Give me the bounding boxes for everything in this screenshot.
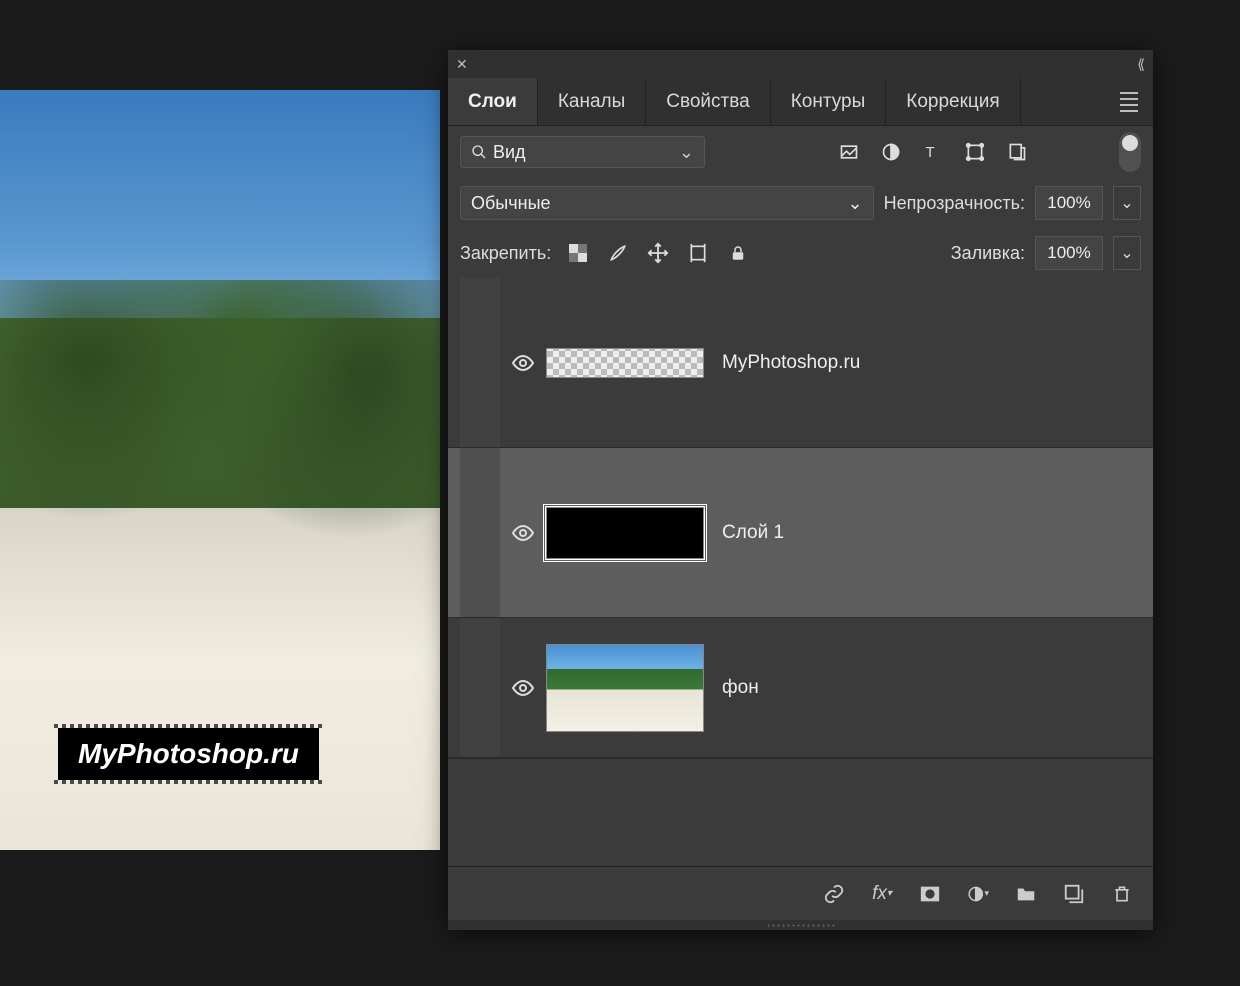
panel-titlebar[interactable]: ✕ ⟪: [448, 50, 1153, 78]
lock-position-icon[interactable]: [647, 242, 669, 264]
filter-smartobject-icon[interactable]: [1007, 142, 1027, 162]
opacity-value[interactable]: 100%: [1035, 186, 1103, 220]
layer-gutter: [460, 448, 500, 617]
add-mask-icon[interactable]: [919, 883, 941, 905]
panel-menu-button[interactable]: [1105, 78, 1153, 125]
filter-dropdown-label: Вид: [493, 142, 526, 163]
search-icon: [471, 144, 487, 160]
delete-layer-icon[interactable]: [1111, 883, 1133, 905]
canvas-image: MyPhotoshop.ru: [0, 90, 440, 850]
fill-label: Заливка:: [951, 243, 1025, 264]
tab-layers[interactable]: Слои: [448, 78, 538, 125]
layer-row[interactable]: фон: [448, 618, 1153, 758]
filter-image-icon[interactable]: [839, 142, 859, 162]
layer-thumbnail[interactable]: [546, 348, 704, 378]
layer-name-label[interactable]: Слой 1: [722, 522, 784, 544]
tab-channels[interactable]: Каналы: [538, 78, 646, 125]
link-layers-icon[interactable]: [823, 883, 845, 905]
layer-list[interactable]: MyPhotoshop.ru Слой 1 фон: [448, 278, 1153, 866]
chevron-down-icon: ⌄: [679, 142, 694, 163]
blend-mode-value: Обычные: [471, 193, 551, 214]
layer-filter-row: Вид ⌄ T: [448, 126, 1153, 178]
lock-fill-row: Закрепить: Заливка: 100% ⌄: [448, 228, 1153, 278]
lock-label: Закрепить:: [460, 243, 551, 264]
svg-text:T: T: [926, 144, 935, 161]
filter-shape-icon[interactable]: [965, 142, 985, 162]
lock-artboard-icon[interactable]: [687, 242, 709, 264]
layer-footer: fx▾ ▾: [448, 866, 1153, 920]
layer-gutter: [460, 618, 500, 757]
opacity-dropdown[interactable]: ⌄: [1113, 186, 1141, 220]
filter-text-icon[interactable]: T: [923, 142, 943, 162]
lock-pixels-icon[interactable]: [567, 242, 589, 264]
adjustment-layer-icon[interactable]: ▾: [967, 883, 989, 905]
tab-adjustments[interactable]: Коррекция: [886, 78, 1020, 125]
filter-adjustment-icon[interactable]: [881, 142, 901, 162]
filter-toggle[interactable]: [1119, 132, 1141, 172]
opacity-label: Непрозрачность:: [884, 193, 1025, 214]
layer-gutter: [460, 278, 500, 447]
visibility-eye-icon[interactable]: [511, 351, 535, 375]
lock-all-icon[interactable]: [727, 242, 749, 264]
panel-tabs: Слои Каналы Свойства Контуры Коррекция: [448, 78, 1153, 126]
fill-value[interactable]: 100%: [1035, 236, 1103, 270]
layer-list-empty: [448, 758, 1153, 784]
visibility-eye-icon[interactable]: [511, 676, 535, 700]
chevron-down-icon: ⌄: [847, 193, 862, 214]
tab-paths[interactable]: Контуры: [771, 78, 887, 125]
fill-dropdown[interactable]: ⌄: [1113, 236, 1141, 270]
canvas-watermark-text[interactable]: MyPhotoshop.ru: [58, 728, 319, 780]
layer-row[interactable]: MyPhotoshop.ru: [448, 278, 1153, 448]
new-layer-icon[interactable]: [1063, 883, 1085, 905]
blend-mode-dropdown[interactable]: Обычные ⌄: [460, 186, 874, 220]
canvas-area[interactable]: MyPhotoshop.ru: [0, 90, 440, 850]
hamburger-icon: [1120, 92, 1138, 112]
layers-panel: ✕ ⟪ Слои Каналы Свойства Контуры Коррекц…: [448, 50, 1153, 930]
collapse-icon[interactable]: ⟪: [1137, 56, 1145, 73]
panel-resize-grip[interactable]: [448, 920, 1153, 930]
layer-name-label[interactable]: MyPhotoshop.ru: [722, 352, 860, 374]
filter-type-dropdown[interactable]: Вид ⌄: [460, 136, 705, 168]
layer-row[interactable]: Слой 1: [448, 448, 1153, 618]
blend-opacity-row: Обычные ⌄ Непрозрачность: 100% ⌄: [448, 178, 1153, 228]
fx-icon[interactable]: fx▾: [871, 883, 893, 905]
new-group-icon[interactable]: [1015, 883, 1037, 905]
palm-trees: [0, 280, 440, 546]
close-icon[interactable]: ✕: [456, 56, 468, 73]
layer-thumbnail[interactable]: [546, 644, 704, 732]
layer-thumbnail[interactable]: [546, 507, 704, 559]
visibility-eye-icon[interactable]: [511, 521, 535, 545]
tab-properties[interactable]: Свойства: [646, 78, 770, 125]
layer-name-label[interactable]: фон: [722, 677, 759, 699]
lock-brush-icon[interactable]: [607, 242, 629, 264]
toggle-knob: [1122, 135, 1138, 151]
